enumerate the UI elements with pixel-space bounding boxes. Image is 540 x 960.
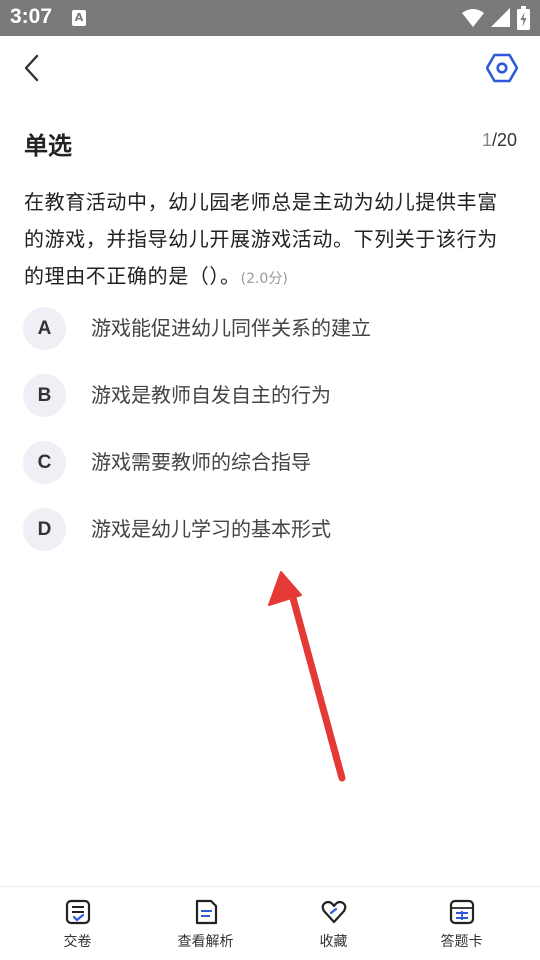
question-type-label: 单选 <box>24 132 72 160</box>
option-d[interactable]: D 游戏是幼儿学习的基本形式 <box>23 508 517 575</box>
tab-view-analysis[interactable]: 查看解析 <box>138 887 273 960</box>
signal-icon <box>491 8 510 27</box>
option-letter-badge: D <box>23 508 66 551</box>
option-letter-badge: A <box>23 307 66 350</box>
submit-paper-icon <box>65 899 90 925</box>
tab-favorite[interactable]: 收藏 <box>266 887 401 960</box>
option-letter-badge: B <box>23 374 66 417</box>
option-letter-badge: C <box>23 441 66 484</box>
notification-icon: A <box>72 10 86 26</box>
tab-label: 交卷 <box>63 934 92 950</box>
question-progress: 1/20 <box>482 130 517 151</box>
heart-favorite-icon <box>321 900 346 924</box>
nav-header <box>0 36 540 100</box>
option-text: 游戏需要教师的综合指导 <box>91 450 311 474</box>
tab-submit[interactable]: 交卷 <box>10 887 145 960</box>
progress-total: /20 <box>491 130 517 150</box>
screen: 3:07 A 单选 1/20 在教育活动中，幼儿园老师总是主动为幼儿提供丰富的游… <box>0 0 540 960</box>
tab-label: 答题卡 <box>440 934 483 950</box>
battery-charging-icon <box>517 6 530 30</box>
option-b[interactable]: B 游戏是教师自发自主的行为 <box>23 374 517 441</box>
tab-label: 收藏 <box>319 934 348 950</box>
settings-button[interactable] <box>482 48 522 88</box>
hexagon-settings-icon <box>486 53 518 83</box>
question-text: 在教育活动中，幼儿园老师总是主动为幼儿提供丰富的游戏，并指导幼儿开展游戏活动。下… <box>24 184 516 298</box>
document-analysis-icon <box>195 899 217 925</box>
question-score: (2.0分) <box>240 271 288 287</box>
tab-answer-card[interactable]: 答题卡 <box>394 887 529 960</box>
option-a[interactable]: A 游戏能促进幼儿同伴关系的建立 <box>23 307 517 374</box>
back-button[interactable] <box>14 48 50 88</box>
bottom-bar: 交卷 查看解析 收藏 答题卡 <box>0 886 540 960</box>
option-text: 游戏是教师自发自主的行为 <box>91 383 331 407</box>
option-c[interactable]: C 游戏需要教师的综合指导 <box>23 441 517 508</box>
options-list: A 游戏能促进幼儿同伴关系的建立 B 游戏是教师自发自主的行为 C 游戏需要教师… <box>23 307 517 575</box>
status-bar: 3:07 A <box>0 0 540 36</box>
wifi-icon <box>462 9 484 27</box>
option-text: 游戏能促进幼儿同伴关系的建立 <box>91 316 371 340</box>
option-text: 游戏是幼儿学习的基本形式 <box>91 517 331 541</box>
status-time: 3:07 <box>10 5 53 28</box>
chevron-left-icon <box>24 54 39 82</box>
answer-card-icon <box>449 899 474 925</box>
tab-label: 查看解析 <box>177 934 234 950</box>
progress-current: 1 <box>481 130 492 150</box>
